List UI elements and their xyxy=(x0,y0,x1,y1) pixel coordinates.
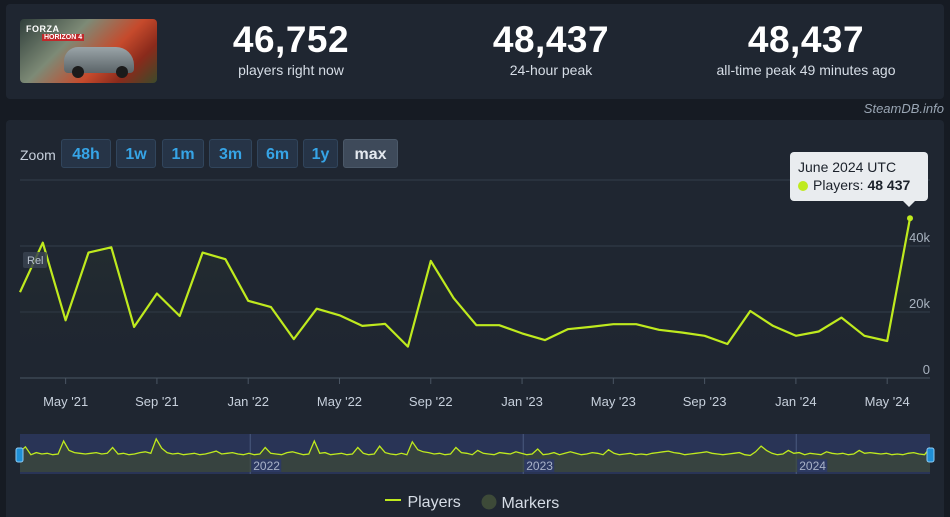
x-tick-label: Jan '23 xyxy=(501,394,543,409)
y-tick-label: 40k xyxy=(909,230,930,245)
timeline-navigator[interactable]: 2022 2023 2024 xyxy=(15,434,935,474)
line-legend-icon xyxy=(385,499,401,501)
legend-players-label: Players xyxy=(407,494,461,511)
tooltip-value: 48 437 xyxy=(867,177,911,193)
legend-markers[interactable]: Markers xyxy=(481,494,559,513)
x-tick-label: Sep '21 xyxy=(135,394,179,409)
navigator-handle-right[interactable] xyxy=(926,447,935,463)
x-tick-label: May '24 xyxy=(865,394,910,409)
y-tick-label: 20k xyxy=(909,296,930,311)
data-point[interactable] xyxy=(907,215,913,222)
chart-tooltip: June 2024 UTC Players: 48 437 xyxy=(790,152,928,207)
x-tick-label: Sep '23 xyxy=(683,394,727,409)
x-tick-label: May '21 xyxy=(43,394,88,409)
circle-legend-icon xyxy=(481,494,497,510)
x-tick-label: Sep '22 xyxy=(409,394,453,409)
x-tick-label: May '22 xyxy=(317,394,362,409)
navigator-year-label: 2022 xyxy=(253,459,280,473)
tooltip-title: June 2024 UTC xyxy=(798,159,897,175)
y-tick-label: 0 xyxy=(923,362,930,377)
legend-markers-label: Markers xyxy=(501,495,560,512)
navigator-year-label: 2024 xyxy=(799,459,826,473)
release-marker-label: Rel xyxy=(27,255,44,267)
tooltip-series-label: Players: xyxy=(813,177,864,193)
tooltip-row: Players: 48 437 xyxy=(798,177,920,193)
release-marker[interactable]: Rel xyxy=(23,252,47,268)
legend-players[interactable]: Players xyxy=(385,494,461,512)
navigator-year-label: 2023 xyxy=(526,459,553,473)
x-tick-label: Jan '24 xyxy=(775,394,817,409)
x-tick-label: Jan '22 xyxy=(227,394,269,409)
x-tick-label: May '23 xyxy=(591,394,636,409)
players-chart[interactable]: 0 20k 40k May '21 Sep '21 Jan '22 May '22 Sep … xyxy=(0,0,950,517)
series-dot-icon xyxy=(798,181,808,191)
navigator-handle-left[interactable] xyxy=(15,447,24,463)
